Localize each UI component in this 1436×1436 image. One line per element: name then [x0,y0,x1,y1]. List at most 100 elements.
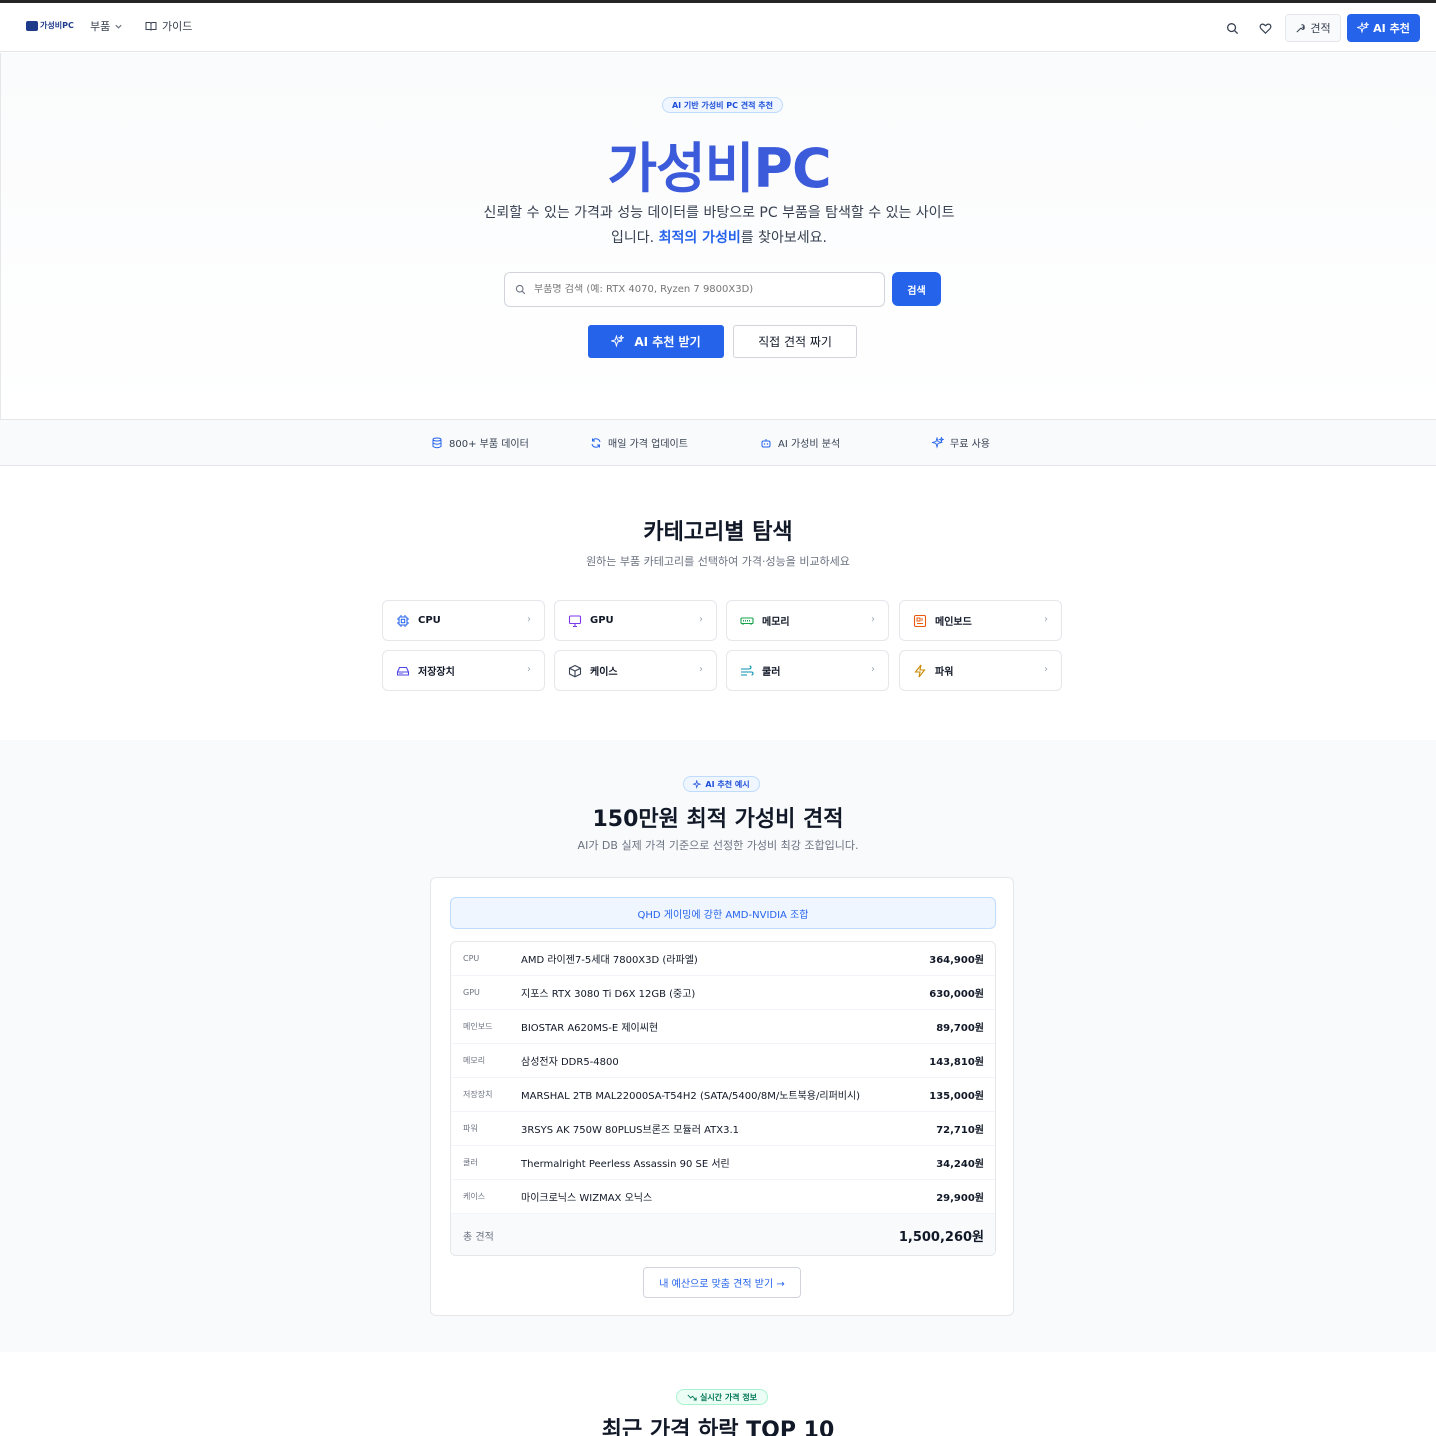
search-box [504,272,885,307]
chevron-down-icon [115,24,122,29]
wind-icon [741,664,754,676]
example-badge-text: AI 추천 예시 [705,779,750,789]
stat-label: 800+ 부품 데이터 [449,439,529,450]
total-label: 총 견적 [463,1232,494,1243]
category-label: 파워 [935,667,954,678]
parts-menu[interactable]: 부품 [90,18,123,34]
row-category: 메인보드 [463,1022,493,1031]
table-row: 메모리 삼성전자 DDR5-4800 143,810원 [451,1044,995,1078]
search-button[interactable] [1224,20,1240,36]
categories-subtitle: 원하는 부품 카테고리를 선택하여 가격·성능을 비교하세요 [586,555,850,568]
category-gpu[interactable]: GPU › [554,600,717,641]
row-category: 케이스 [463,1192,486,1201]
total-value: 1,500,260원 [898,1230,984,1245]
manual-build-cta[interactable]: 직접 견적 짜기 [733,325,857,358]
hero-section: AI 기반 가성비 PC 견적 추천 가성비PC 신뢰할 수 있는 가격과 성능… [0,53,1436,419]
search-icon [515,284,526,295]
row-price: 34,240원 [936,1159,984,1170]
example-subtitle: AI가 DB 실제 가격 기준으로 선정한 가성비 최강 조합입니다. [577,839,859,852]
custom-estimate-button[interactable]: 내 예산으로 맞춤 견적 받기 → [643,1267,801,1298]
guide-link[interactable]: 가이드 [145,18,192,34]
trending-down-icon [687,1394,697,1400]
bot-icon [761,438,771,447]
row-part-name: BIOSTAR A620MS-E 제이씨현 [521,1023,659,1034]
row-price: 72,710원 [936,1125,984,1136]
hero-desc-post: 를 찾아보세요. [740,230,827,246]
logo-text: 가성비PC [40,21,74,30]
motherboard-icon [913,614,927,627]
hero-badge: AI 기반 가성비 PC 견적 추천 [662,97,783,113]
category-power[interactable]: 파워 › [899,650,1062,691]
cpu-icon [397,614,409,627]
hero-desc-pre: 입니다. [611,230,659,246]
example-title: 150만원 최적 가성비 견적 [592,807,844,832]
memory-icon [740,616,754,625]
hero-title: 가성비PC [607,137,831,200]
build-tag: QHD 게이밍에 강한 AMD-NVIDIA 조합 [450,897,996,929]
category-memory[interactable]: 메모리 › [726,600,889,641]
table-row: 저장장치 MARSHAL 2TB MAL22000SA-T54H2 (SATA/… [451,1078,995,1112]
chevron-right-icon: › [1044,614,1048,625]
estimate-button[interactable]: 견적 [1285,14,1341,42]
row-part-name: AMD 라이젠7-5세대 7800X3D (라파엘) [521,955,698,966]
box-icon [568,664,582,677]
top-nav: 가성비PC 부품 가이드 견적 AI 추천 [0,3,1436,52]
row-category: CPU [463,954,480,963]
chevron-right-icon: › [1044,664,1048,675]
row-category: GPU [463,988,480,997]
row-part-name: 삼성전자 DDR5-4800 [521,1057,619,1068]
wrench-icon [1296,23,1306,33]
search-submit-button[interactable]: 검색 [892,272,941,306]
bolt-icon [914,664,926,677]
category-storage[interactable]: 저장장치 › [382,650,545,691]
table-row: GPU 지포스 RTX 3080 Ti D6X 12GB (중고) 630,00… [451,976,995,1010]
category-label: 저장장치 [418,667,455,678]
table-row: CPU AMD 라이젠7-5세대 7800X3D (라파엘) 364,900원 [451,942,995,976]
search-input[interactable] [534,284,874,295]
categories-title: 카테고리별 탐색 [643,520,793,545]
estimate-button-label: 견적 [1310,22,1331,35]
site-logo[interactable]: 가성비PC [26,20,74,31]
row-part-name: MARSHAL 2TB MAL22000SA-T54H2 (SATA/5400/… [521,1091,861,1102]
category-motherboard[interactable]: 메인보드 › [899,600,1062,641]
ai-button-label: AI 추천 [1373,22,1410,35]
search-icon [1226,22,1238,34]
row-category: 메모리 [463,1056,486,1065]
hero-desc-line1: 신뢰할 수 있는 가격과 성능 데이터를 바탕으로 PC 부품을 탐색할 수 있… [483,205,955,221]
chevron-right-icon: › [699,664,703,675]
ai-recommend-button[interactable]: AI 추천 [1347,14,1420,42]
sparkles-icon [932,436,944,449]
row-price: 89,700원 [936,1023,984,1034]
price-drop-badge: 실시간 가격 정보 [676,1389,768,1405]
sparkles-icon [693,779,702,789]
example-build-card: QHD 게이밍에 강한 AMD-NVIDIA 조합 CPU AMD 라이젠7-5… [430,877,1014,1316]
hero-badge-text: AI 기반 가성비 PC 견적 추천 [671,100,774,110]
stat-item: AI 가성비 분석 [760,435,840,450]
stat-label: AI 가성비 분석 [778,439,841,450]
stats-bar: 800+ 부품 데이터 매일 가격 업데이트 AI 가성비 분석 무료 사용 [0,419,1436,466]
category-label: CPU [418,615,441,626]
book-icon [145,22,157,31]
favorites-button[interactable] [1257,20,1273,36]
category-label: 쿨러 [762,667,781,678]
example-badge: AI 추천 예시 [683,776,760,792]
ai-recommend-cta[interactable]: AI 추천 받기 [588,325,724,358]
category-cooler[interactable]: 쿨러 › [726,650,889,691]
parts-menu-label: 부품 [90,20,111,33]
category-case[interactable]: 케이스 › [554,650,717,691]
ai-cta-label: AI 추천 받기 [634,335,701,349]
stat-item: 800+ 부품 데이터 [431,435,529,450]
price-drop-badge-text: 실시간 가격 정보 [699,1392,758,1402]
chevron-right-icon: › [527,614,531,625]
row-category: 쿨러 [463,1158,478,1167]
chevron-right-icon: › [871,664,875,675]
stat-item: 무료 사용 [932,435,990,450]
table-row: 쿨러 Thermalright Peerless Assassin 90 SE … [451,1146,995,1180]
category-cpu[interactable]: CPU › [382,600,545,641]
row-price: 143,810원 [929,1057,984,1068]
row-category: 저장장치 [463,1090,493,1099]
table-row: 파워 3RSYS AK 750W 80PLUS브론즈 모듈러 ATX3.1 72… [451,1112,995,1146]
category-label: GPU [590,615,614,626]
drive-icon [396,666,410,676]
heart-icon [1259,23,1271,34]
